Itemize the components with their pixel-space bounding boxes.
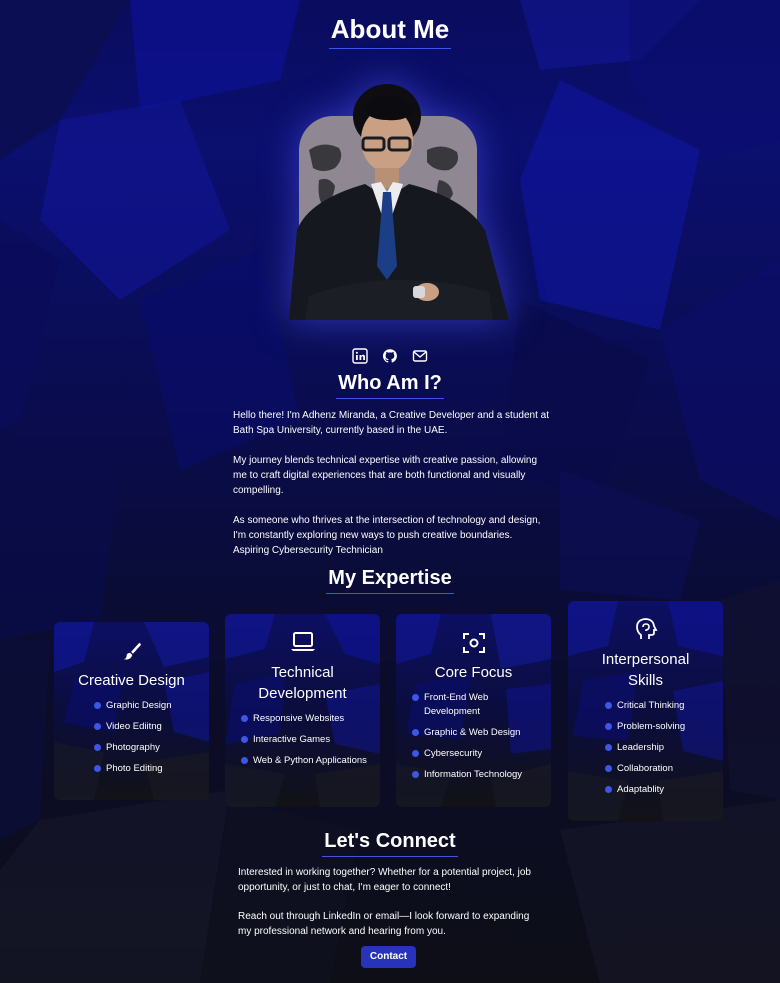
focus-icon [462, 633, 485, 653]
connect-paragraph-1: Interested in working together? Whether … [238, 867, 531, 893]
social-links [0, 347, 780, 365]
list-item: Graphic Design [94, 699, 209, 713]
github-icon[interactable] [382, 348, 398, 364]
head-brain-icon [635, 618, 657, 639]
connect-heading: Let's Connect [0, 830, 780, 857]
list-item: Interactive Games [241, 733, 371, 747]
about-page: About Me Who Am I? Hello there! I'm Adhe… [0, 0, 780, 983]
linkedin-icon[interactable] [351, 348, 368, 364]
list-item: Photo Editing [94, 762, 209, 776]
who-paragraph-1: Hello there! I'm Adhenz Miranda, a Creat… [233, 410, 549, 436]
connect-paragraph-2: Reach out through LinkedIn or email—I lo… [238, 911, 530, 937]
card-title: Creative Design [78, 672, 185, 689]
list-item: Video Ediitng [94, 720, 209, 734]
list-item: Leadership [605, 741, 723, 755]
expertise-card-creative-design: Creative Design Graphic Design Video Edi… [54, 622, 209, 800]
profile-photo [289, 84, 509, 320]
list-item: Web & Python Applications [241, 754, 371, 768]
expertise-heading: My Expertise [0, 567, 780, 594]
expertise-card-technical-development: Technical Development Responsive Website… [225, 614, 380, 807]
skill-list: Critical Thinking Problem-solving Leader… [605, 699, 723, 797]
list-item: Problem-solving [605, 720, 723, 734]
expertise-card-interpersonal-skills: Interpersonal Skills Critical Thinking P… [568, 601, 723, 821]
laptop-icon [290, 632, 315, 651]
contact-button[interactable]: Contact [361, 946, 416, 968]
list-item: Adaptablity [605, 783, 723, 797]
expertise-card-core-focus: Core Focus Front-End Web Development Gra… [396, 614, 551, 807]
skill-list: Front-End Web Development Graphic & Web … [412, 691, 542, 782]
who-am-i-heading: Who Am I? [0, 372, 780, 399]
skill-list: Responsive Websites Interactive Games We… [241, 712, 371, 768]
card-title: Interpersonal Skills [601, 651, 690, 689]
page-title: About Me [0, 14, 780, 49]
list-item: Information Technology [412, 768, 542, 782]
list-item: Front-End Web Development [412, 691, 542, 719]
card-title: Technical Development [258, 664, 347, 702]
list-item: Graphic & Web Design [412, 726, 542, 740]
paintbrush-icon [123, 642, 141, 660]
list-item: Responsive Websites [241, 712, 371, 726]
who-paragraph-2: My journey blends technical expertise wi… [233, 455, 538, 496]
list-item: Cybersecurity [412, 747, 542, 761]
who-paragraph-3: As someone who thrives at the intersecti… [233, 515, 541, 556]
card-title: Core Focus [434, 664, 513, 681]
list-item: Photography [94, 741, 209, 755]
list-item: Critical Thinking [605, 699, 723, 713]
skill-list: Graphic Design Video Ediitng Photography… [94, 699, 209, 776]
list-item: Collaboration [605, 762, 723, 776]
mail-icon[interactable] [412, 348, 428, 364]
